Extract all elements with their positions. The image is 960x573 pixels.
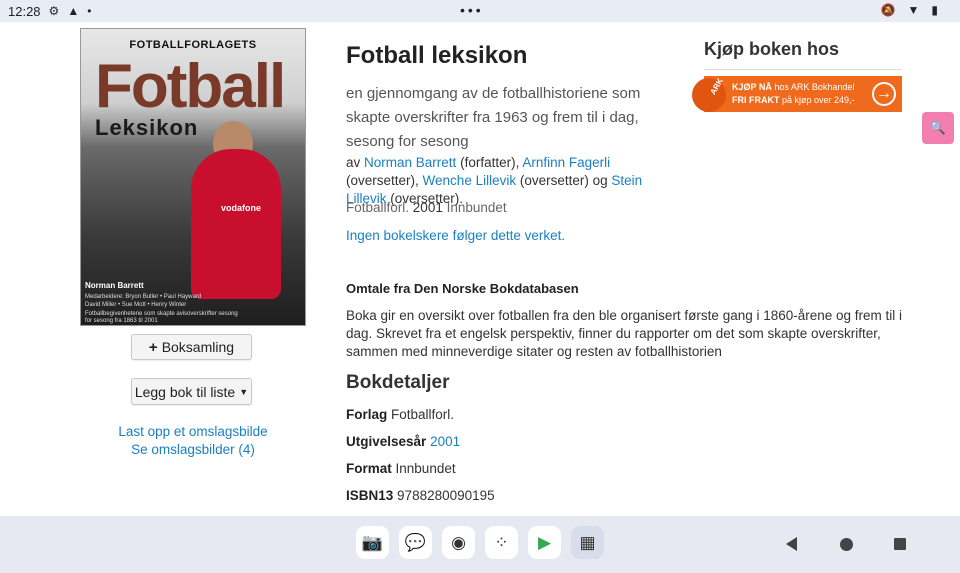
camera-app-icon[interactable]: 📷 <box>356 526 389 559</box>
play-store-app-icon[interactable]: ▶ <box>528 526 561 559</box>
detail-label: ISBN13 <box>346 488 394 503</box>
author-link-norman-barrett[interactable]: Norman Barrett <box>364 155 456 170</box>
overflow-dots[interactable]: ••• <box>460 2 484 18</box>
detail-row-year: Utgivelsesår 2001 <box>346 434 460 449</box>
notification-icon: ▲ <box>67 4 80 18</box>
cover-player <box>191 149 281 299</box>
author-role: (forfatter), <box>460 155 520 170</box>
status-time: 12:28 <box>8 3 41 19</box>
followers-link[interactable]: Ingen bokelskere følger dette verket. <box>346 228 565 243</box>
upload-cover-link[interactable]: Last opp et omslagsbilde <box>80 423 306 441</box>
book-subtitle: en gjennomgang av de fotballhistoriene s… <box>346 85 641 150</box>
banner-rest-1: hos ARK Bokhandel <box>774 82 855 92</box>
arrow-right-icon: → <box>872 82 896 106</box>
app-dock: 📷 💬 ◉ ⁘ ▶ ▦ <box>356 526 604 559</box>
buy-heading: Kjøp boken hos <box>704 39 839 59</box>
description-text: Boka gir en oversikt over fotballen fra … <box>346 308 903 359</box>
recents-icon[interactable] <box>894 538 906 550</box>
ark-logo-icon: ARK <box>692 76 730 112</box>
cover-author: Norman Barrett <box>85 281 144 290</box>
detail-value: Innbundet <box>395 461 456 476</box>
dot-icon: • <box>87 4 92 18</box>
author-link-wenche-lillevik[interactable]: Wenche Lillevik <box>423 173 517 188</box>
page-content: FOTBALLFORLAGETS Fotball Leksikon vodafo… <box>0 22 960 516</box>
author-role: (oversetter) og <box>519 173 608 188</box>
authors-by: av <box>346 155 361 170</box>
banner-rest-2: på kjøp over 249,- <box>782 95 855 105</box>
book-title: Fotball leksikon <box>346 42 528 69</box>
cover-subtitle: Leksikon <box>95 115 199 140</box>
see-covers-link[interactable]: Se omslagsbilder (4) <box>80 441 306 459</box>
banner-text: KJØP NÅ hos ARK Bokhandel FRI FRAKT på k… <box>730 81 872 107</box>
back-icon[interactable] <box>786 537 797 551</box>
publication-info: Fotballforl. 2001 Innbundet <box>346 200 507 215</box>
detail-row-isbn: ISBN13 9788280090195 <box>346 488 495 503</box>
plus-icon: + <box>148 338 158 356</box>
android-nav-bar: 📷 💬 ◉ ⁘ ▶ ▦ <box>0 516 960 573</box>
detail-row-format: Format Innbundet <box>346 461 456 476</box>
chrome-app-icon[interactable]: ◉ <box>442 526 475 559</box>
banner-bold-1: KJØP NÅ <box>732 82 772 92</box>
cover-tagline: Fotballbegivenhetene som skapte avisover… <box>85 311 238 324</box>
add-list-label: Legg bok til liste <box>134 383 236 400</box>
cover-sponsor: vodafone <box>221 203 262 213</box>
wifi-icon: ▼ <box>907 3 920 17</box>
pubinfo-publisher: Fotballforl. <box>346 200 410 215</box>
detail-label: Forlag <box>346 407 388 422</box>
collection-button-label: Boksamling <box>161 339 235 355</box>
home-icon[interactable] <box>840 538 853 551</box>
detail-value: Fotballforl. <box>391 407 455 422</box>
cover-publisher: FOTBALLFORLAGETS <box>129 39 257 51</box>
pubinfo-binding: Innbundet <box>446 200 507 215</box>
ark-buy-banner[interactable]: ARK KJØP NÅ hos ARK Bokhandel FRI FRAKT … <box>692 76 902 112</box>
settings-icon: ⚙ <box>48 4 60 18</box>
detail-value: 9788280090195 <box>397 488 495 503</box>
author-role: (oversetter), <box>346 173 419 188</box>
year-link[interactable]: 2001 <box>430 434 460 449</box>
cover-title: Fotball <box>95 52 286 121</box>
details-heading: Bokdetaljer <box>346 372 450 393</box>
assistant-app-icon[interactable]: ⁘ <box>485 526 518 559</box>
battery-icon: ▮ <box>931 3 938 17</box>
description-heading: Omtale fra Den Norske Bokdatabasen <box>346 281 579 296</box>
author-link-arnfinn-fagerli[interactable]: Arnfinn Fagerli <box>522 155 610 170</box>
caret-down-icon: ▼ <box>239 386 249 397</box>
detail-row-forlag: Forlag Fotballforl. <box>346 407 454 422</box>
cover-links: Last opp et omslagsbilde Se omslagsbilde… <box>80 423 306 459</box>
status-bar: 12:28 ⚙ ▲ • ••• 🔕 ▼ ▮ <box>0 0 960 22</box>
add-to-list-dropdown[interactable]: Legg bok til liste ▼ <box>131 378 252 405</box>
divider <box>704 69 902 70</box>
detail-label: Utgivelsesår <box>346 434 427 449</box>
book-cover-image[interactable]: FOTBALLFORLAGETS Fotball Leksikon vodafo… <box>80 28 306 326</box>
messages-app-icon[interactable]: 💬 <box>399 526 432 559</box>
app-drawer-icon[interactable]: ▦ <box>571 526 604 559</box>
cover-contributors: Medarbeidere: Bryon Butler • Paul Haywar… <box>85 294 202 308</box>
banner-bold-2: FRI FRAKT <box>732 95 780 105</box>
detail-label: Format <box>346 461 392 476</box>
add-to-collection-button[interactable]: + Boksamling <box>131 334 252 360</box>
pubinfo-year: 2001 <box>412 200 443 215</box>
mute-icon: 🔕 <box>880 3 896 17</box>
zoom-icon[interactable]: 🔍 <box>922 112 954 144</box>
